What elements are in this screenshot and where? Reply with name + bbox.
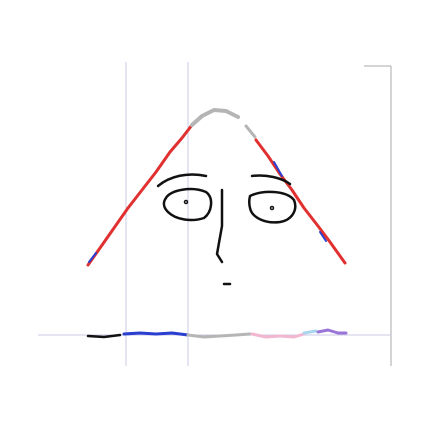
left-eye-pupil <box>183 199 189 205</box>
triangle-right-side-gray-stroke <box>244 124 257 139</box>
baseline-stroke-light-blue <box>302 329 318 335</box>
triangle-right-side-stroke <box>254 138 347 265</box>
baseline-stroke-pink <box>250 332 306 339</box>
right-eye-pupil <box>269 205 275 211</box>
baseline-stroke-gray <box>186 332 252 339</box>
guide-lines <box>38 62 392 366</box>
baseline-strokes <box>86 328 348 339</box>
drawing-surface[interactable] <box>0 0 432 432</box>
nose-stroke <box>215 188 224 264</box>
baseline-stroke-blue <box>122 331 190 337</box>
baseline-stroke-purple <box>316 328 348 335</box>
drawing-canvas[interactable] <box>0 0 432 432</box>
triangle-left-side-stroke <box>86 123 194 267</box>
left-eyebrow <box>156 173 208 188</box>
triangle-outline <box>86 108 347 267</box>
triangle-top-stroke <box>190 108 240 127</box>
right-eyebrow <box>250 174 292 186</box>
face <box>156 173 297 286</box>
